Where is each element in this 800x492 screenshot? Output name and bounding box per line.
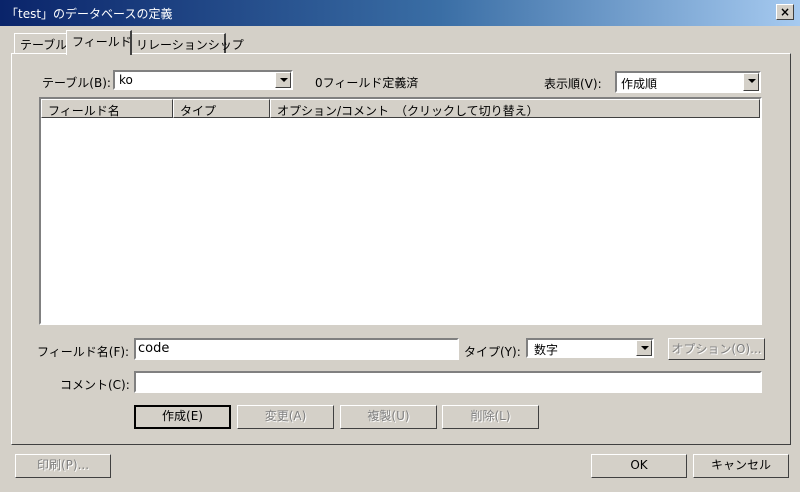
table-select[interactable]: ko — [113, 70, 293, 90]
field-count-text: 0フィールド定義済 — [315, 76, 419, 90]
tab-relationships[interactable]: リレーションシップ — [130, 33, 244, 53]
tab-fields[interactable]: フィールド — [66, 30, 132, 55]
field-list[interactable]: フィールド名 タイプ オプション/コメント （クリックして切り替え） — [39, 97, 762, 325]
title-bar: 「test」のデータベースの定義 × — [0, 0, 800, 26]
chevron-down-icon[interactable] — [636, 340, 652, 356]
close-button[interactable]: × — [776, 4, 794, 20]
comment-label: コメント(C): — [60, 378, 130, 392]
cancel-button[interactable]: キャンセル — [693, 454, 789, 478]
column-header-type[interactable]: タイプ — [173, 99, 270, 118]
field-name-label: フィールド名(F): — [37, 345, 130, 359]
dialog-window: 「test」のデータベースの定義 × テーブル フィールド リレーションシップ … — [0, 0, 800, 492]
comment-input[interactable] — [134, 371, 762, 393]
duplicate-button[interactable]: 複製(U) — [340, 405, 437, 429]
column-header-field-name[interactable]: フィールド名 — [41, 99, 173, 118]
table-select-value: ko — [119, 73, 133, 87]
change-button[interactable]: 変更(A) — [237, 405, 334, 429]
print-button[interactable]: 印刷(P)... — [15, 454, 111, 478]
delete-button[interactable]: 削除(L) — [442, 405, 539, 429]
table-select-label: テーブル(B): — [42, 76, 111, 90]
create-button[interactable]: 作成(E) — [134, 405, 231, 429]
chevron-down-icon[interactable] — [275, 72, 291, 88]
sort-select-label: 表示順(V): — [544, 77, 602, 91]
tab-tables[interactable]: テーブル — [14, 33, 68, 53]
chevron-down-icon[interactable] — [743, 73, 759, 91]
type-select-label: タイプ(Y): — [464, 345, 521, 359]
sort-select-value: 作成順 — [621, 77, 658, 91]
ok-button[interactable]: OK — [591, 454, 687, 478]
field-name-value: code — [138, 341, 170, 356]
options-button[interactable]: オプション(O)... — [668, 338, 765, 360]
type-select-value: 数字 — [534, 343, 559, 357]
type-select[interactable]: 数字 — [526, 338, 654, 358]
sort-select[interactable]: 作成順 — [615, 71, 761, 93]
window-title: 「test」のデータベースの定義 — [6, 7, 173, 21]
column-header-options[interactable]: オプション/コメント （クリックして切り替え） — [270, 99, 760, 118]
field-name-input[interactable]: code — [134, 338, 459, 360]
